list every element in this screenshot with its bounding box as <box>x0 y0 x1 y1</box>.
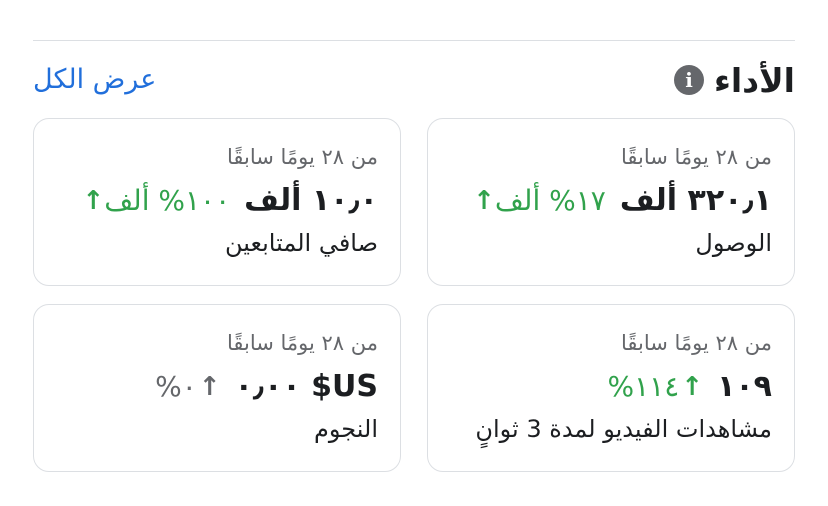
title-group: الأداء i <box>673 58 795 102</box>
metric-value: ١٠٫٠ ألف <box>244 183 378 218</box>
change-indicator: ١٠٠% ألف ↑ <box>80 184 230 217</box>
metric-label: الوصول <box>695 229 772 257</box>
change-value: ١٧% ألف <box>494 184 606 217</box>
metric-value: US$ ٠٫٠٠ <box>234 369 378 404</box>
metric-label: مشاهدات الفيديو لمدة 3 ثوانٍ <box>475 415 772 443</box>
arrow-up-icon: ↑ <box>473 185 495 216</box>
change-indicator: ↑ ١١٤% <box>608 370 704 403</box>
value-line: ١٠٩ ↑ ١١٤% <box>608 369 772 404</box>
top-divider <box>33 40 795 41</box>
change-indicator: ↑ ٠% <box>155 370 220 403</box>
see-all-link[interactable]: عرض الكل <box>33 58 156 102</box>
reach-card[interactable]: من ٢٨ يومًا سابقًا ٣٢٠٫١ ألف ١٧% ألف ↑ ا… <box>427 118 795 286</box>
change-value: ١١٤% <box>607 370 680 403</box>
metric-value: ٣٢٠٫١ ألف <box>619 183 772 218</box>
value-line: ٣٢٠٫١ ألف ١٧% ألف ↑ <box>471 183 772 218</box>
performance-header: الأداء i عرض الكل <box>33 58 795 102</box>
value-line: ١٠٫٠ ألف ١٠٠% ألف ↑ <box>80 183 378 218</box>
period-label: من ٢٨ يومًا سابقًا <box>620 145 772 169</box>
change-value: ٠% <box>155 370 197 403</box>
metric-value: ١٠٩ <box>717 369 772 404</box>
net-followers-card[interactable]: من ٢٨ يومًا سابقًا ١٠٫٠ ألف ١٠٠% ألف ↑ ص… <box>33 118 401 286</box>
period-label: من ٢٨ يومًا سابقًا <box>226 331 378 355</box>
change-value: ١٠٠% ألف <box>104 184 231 217</box>
info-icon[interactable]: i <box>673 65 704 95</box>
arrow-up-icon: ↑ <box>681 371 704 402</box>
video-views-card[interactable]: من ٢٨ يومًا سابقًا ١٠٩ ↑ ١١٤% مشاهدات ال… <box>427 304 795 472</box>
period-label: من ٢٨ يومًا سابقًا <box>226 145 378 169</box>
stars-card[interactable]: من ٢٨ يومًا سابقًا US$ ٠٫٠٠ ↑ ٠% النجوم <box>33 304 401 472</box>
value-line: US$ ٠٫٠٠ ↑ ٠% <box>155 369 378 404</box>
section-title: الأداء <box>713 60 795 100</box>
arrow-up-icon: ↑ <box>198 371 221 402</box>
metric-label: صافي المتابعين <box>225 229 378 257</box>
period-label: من ٢٨ يومًا سابقًا <box>620 331 772 355</box>
metric-label: النجوم <box>314 415 378 443</box>
change-indicator: ١٧% ألف ↑ <box>471 184 606 217</box>
arrow-up-icon: ↑ <box>82 185 105 216</box>
